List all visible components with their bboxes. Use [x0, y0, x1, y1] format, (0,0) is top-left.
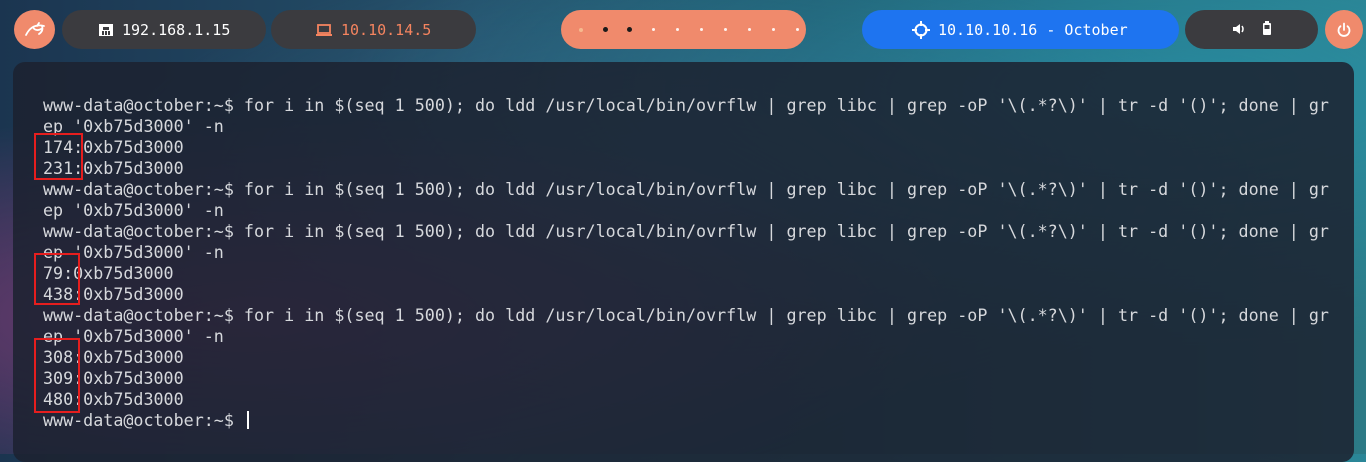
- system-tray: [1185, 10, 1318, 49]
- terminal-line: ep '0xb75d3000' -n: [43, 326, 224, 346]
- workspace-dot[interactable]: [593, 27, 617, 33]
- menu-button[interactable]: [14, 10, 55, 49]
- target-widget[interactable]: 10.10.10.16 - October: [862, 10, 1179, 49]
- terminal-line: 308:0xb75d3000: [43, 347, 184, 367]
- local-ip-text: 192.168.1.15: [122, 20, 231, 39]
- top-bar: 192.168.1.15 10.10.14.5 10.10.10.16 - Oc…: [0, 0, 1366, 62]
- power-icon: [1337, 22, 1351, 37]
- workspace-dot[interactable]: [641, 27, 665, 33]
- highlight-box: [34, 338, 80, 413]
- terminal-line: 231:0xb75d3000: [43, 158, 184, 178]
- terminal-line: 480:0xb75d3000: [43, 389, 184, 409]
- terminal-line: ep '0xb75d3000' -n: [43, 242, 224, 262]
- workspace-dots: [569, 27, 809, 33]
- workspace-dot[interactable]: [689, 27, 713, 33]
- laptop-icon: [315, 23, 333, 37]
- highlight-box: [34, 253, 80, 305]
- local-ip-widget[interactable]: 192.168.1.15: [62, 10, 266, 49]
- terminal-line: 174:0xb75d3000: [43, 137, 184, 157]
- terminal-line: ep '0xb75d3000' -n: [43, 116, 224, 136]
- workspace-dot[interactable]: [713, 27, 737, 33]
- workspace-dot[interactable]: [761, 27, 785, 33]
- power-button[interactable]: [1325, 10, 1363, 49]
- terminal-line: ep '0xb75d3000' -n: [43, 200, 224, 220]
- terminal-line: www-data@october:~$: [43, 410, 1324, 431]
- terminal-line: www-data@october:~$ for i in $(seq 1 500…: [43, 221, 1329, 241]
- kali-dragon-icon: [24, 21, 45, 36]
- text-cursor: [246, 411, 249, 429]
- terminal-line: www-data@october:~$ for i in $(seq 1 500…: [43, 305, 1329, 325]
- target-text: 10.10.10.16 - October: [938, 20, 1128, 39]
- workspace-dot[interactable]: [617, 27, 641, 33]
- vpn-ip-widget[interactable]: 10.10.14.5: [271, 10, 476, 49]
- terminal-output: www-data@october:~$ for i in $(seq 1 500…: [43, 95, 1329, 431]
- workspace-dot[interactable]: [737, 27, 761, 33]
- terminal-line: 79:0xb75d3000: [43, 263, 174, 283]
- workspace-dot[interactable]: [569, 27, 593, 33]
- crosshair-icon: [912, 20, 930, 39]
- vpn-ip-text: 10.10.14.5: [341, 20, 432, 39]
- terminal-window[interactable]: www-data@october:~$ for i in $(seq 1 500…: [13, 62, 1354, 462]
- volume-icon[interactable]: [1232, 21, 1246, 39]
- ethernet-icon: [98, 22, 114, 38]
- battery-icon[interactable]: [1262, 20, 1272, 39]
- highlight-box: [34, 133, 83, 180]
- terminal-line: www-data@october:~$ for i in $(seq 1 500…: [43, 179, 1329, 199]
- terminal-line: 309:0xb75d3000: [43, 368, 184, 388]
- terminal-line: www-data@october:~$ for i in $(seq 1 500…: [43, 95, 1329, 115]
- workspace-switcher[interactable]: [561, 10, 806, 49]
- workspace-dot[interactable]: [665, 27, 689, 33]
- terminal-line: 438:0xb75d3000: [43, 284, 184, 304]
- workspace-dot[interactable]: [785, 27, 809, 33]
